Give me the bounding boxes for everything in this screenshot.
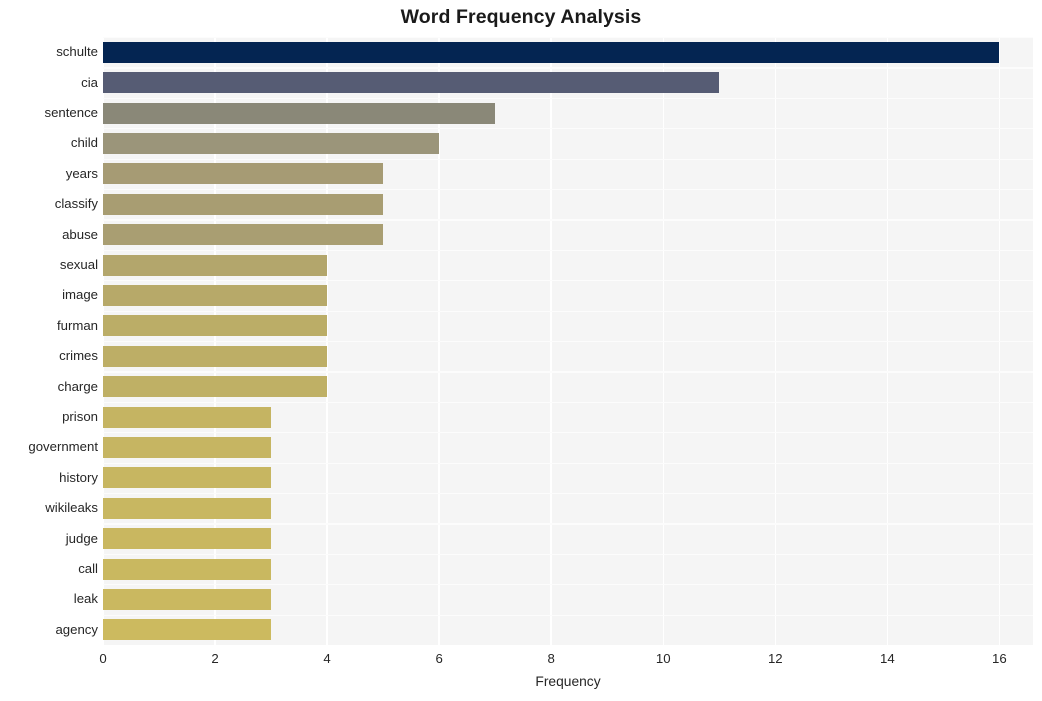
- y-tick-label: history: [59, 469, 98, 485]
- x-tick-label: 6: [435, 651, 443, 666]
- y-tick-label: prison: [62, 409, 98, 424]
- gridline-horizontal: [103, 523, 1033, 525]
- y-tick-label: judge: [65, 530, 98, 546]
- gridline-horizontal: [103, 401, 1033, 403]
- y-tick-label: child: [70, 135, 98, 151]
- x-tick-label: 0: [99, 651, 107, 666]
- x-tick-label: 2: [211, 651, 219, 666]
- bar: [103, 497, 272, 519]
- plot-area: [103, 37, 1033, 645]
- x-tick-label: 12: [767, 651, 783, 666]
- bar: [103, 558, 272, 580]
- bar: [103, 467, 272, 489]
- x-axis-label: Frequency: [535, 674, 601, 689]
- bar: [103, 132, 440, 154]
- gridline-horizontal: [103, 128, 1033, 130]
- bar: [103, 72, 720, 94]
- gridline-horizontal: [103, 371, 1033, 373]
- gridline-horizontal: [103, 280, 1033, 282]
- gridline-horizontal: [103, 189, 1033, 191]
- y-tick-label: years: [65, 165, 98, 181]
- bar: [103, 619, 272, 641]
- gridline-horizontal: [103, 310, 1033, 312]
- x-tick-label: 16: [992, 651, 1007, 666]
- bar: [103, 436, 272, 458]
- y-tick-label: charge: [57, 378, 98, 394]
- gridline-horizontal: [103, 67, 1033, 69]
- bar: [103, 163, 384, 185]
- gridline-horizontal: [103, 493, 1033, 495]
- gridline-horizontal: [103, 553, 1033, 555]
- y-tick-label: furman: [56, 317, 98, 333]
- bar: [103, 41, 1000, 63]
- gridline-horizontal: [103, 37, 1033, 39]
- x-tick-label: 4: [323, 651, 331, 666]
- y-tick-label: abuse: [62, 226, 98, 242]
- y-tick-label: wikileaks: [45, 500, 98, 516]
- y-tick-label: call: [78, 561, 98, 576]
- bar: [103, 345, 328, 367]
- x-tick-label: 14: [879, 651, 895, 666]
- y-tick-label: cia: [81, 74, 98, 90]
- gridline-horizontal: [103, 97, 1033, 99]
- x-tick-label: 10: [655, 651, 671, 666]
- bar: [103, 102, 496, 124]
- bar: [103, 588, 272, 610]
- y-tick-label: leak: [73, 591, 98, 607]
- chart-title: Word Frequency Analysis: [400, 6, 642, 28]
- y-tick-label: crimes: [59, 348, 98, 364]
- bar: [103, 224, 384, 246]
- y-tick-label: schulte: [56, 44, 98, 60]
- bar: [103, 315, 328, 337]
- gridline-horizontal: [103, 462, 1033, 464]
- y-tick-label: sexual: [59, 257, 98, 272]
- gridline-horizontal: [103, 249, 1033, 251]
- x-axis-tick-labels: 0 2 4 6 8 10 12 14 16: [0, 645, 1042, 675]
- y-tick-label: agency: [55, 621, 98, 637]
- y-tick-label: image: [62, 287, 98, 303]
- bar: [103, 193, 384, 215]
- bar: [103, 254, 328, 276]
- chart-figure: Word Frequency Analysis schulte cia senten…: [0, 0, 1042, 701]
- gridline-horizontal: [103, 432, 1033, 434]
- gridline-horizontal: [103, 614, 1033, 616]
- bar: [103, 406, 272, 428]
- x-tick-label: 8: [547, 651, 555, 666]
- bar: [103, 376, 328, 398]
- gridline-horizontal: [103, 341, 1033, 343]
- gridline-horizontal: [103, 219, 1033, 221]
- y-tick-label: sentence: [44, 105, 98, 120]
- gridline-horizontal: [103, 158, 1033, 160]
- gridline-horizontal: [103, 584, 1033, 586]
- bar: [103, 284, 328, 306]
- y-tick-label: classify: [54, 196, 98, 212]
- bar: [103, 528, 272, 550]
- y-tick-label: government: [28, 439, 98, 455]
- y-axis-tick-labels: schulte cia sentence child years classify abus…: [0, 37, 98, 645]
